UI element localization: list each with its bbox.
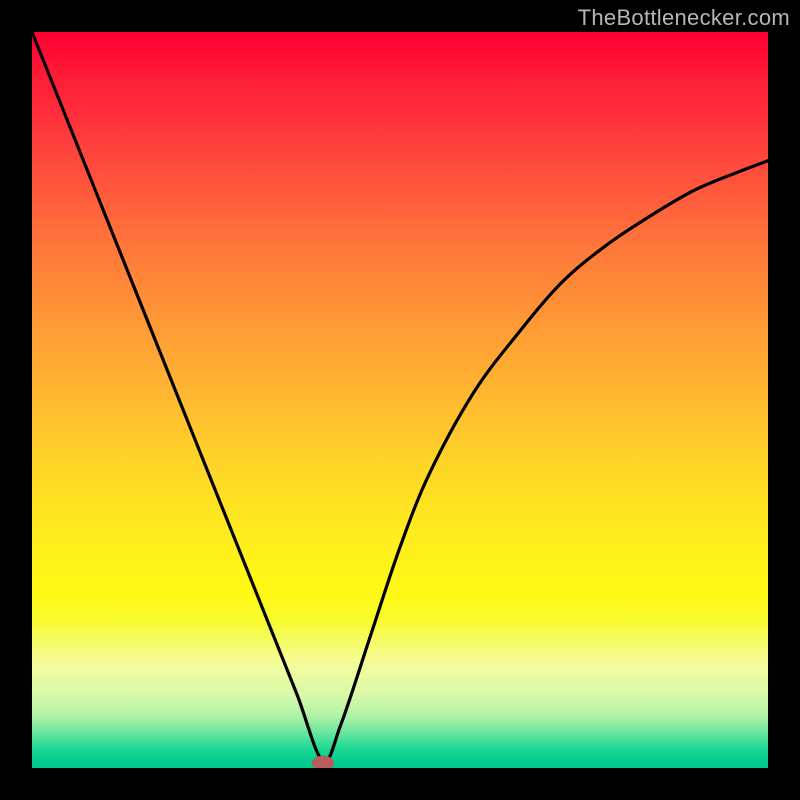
- bottleneck-point-marker: [312, 756, 334, 768]
- bottleneck-curve: [32, 32, 768, 768]
- plot-area: [32, 32, 768, 768]
- watermark-text: TheBottlenecker.com: [578, 5, 790, 31]
- chart-frame: TheBottlenecker.com: [0, 0, 800, 800]
